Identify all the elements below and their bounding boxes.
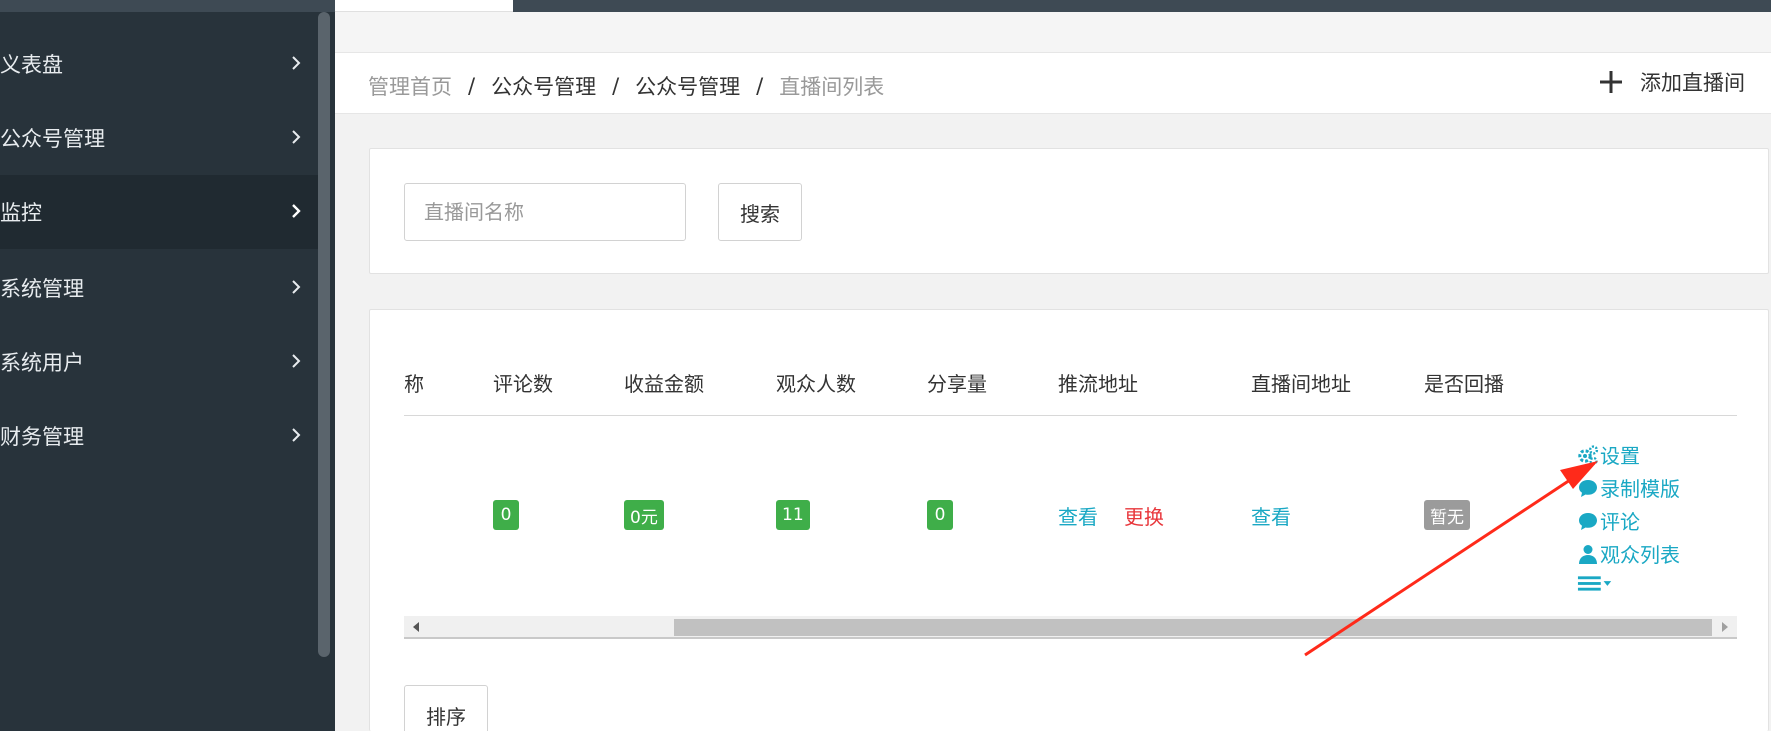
breadcrumb-official-account[interactable]: 公众号管理 bbox=[491, 71, 596, 101]
table-panel: 称 评论数 收益金额 观众人数 分享量 推流地址 直播间地址 是否回播 0 0元… bbox=[369, 309, 1769, 731]
column-header-name: 称 bbox=[404, 372, 424, 396]
shares-count-badge: 0 bbox=[927, 500, 953, 530]
active-tab-strip[interactable] bbox=[335, 0, 513, 12]
breadcrumb-current: 直播间列表 bbox=[779, 75, 885, 99]
sidebar-item-dashboard[interactable]: 义表盘 bbox=[0, 27, 320, 101]
settings-action-label: 设置 bbox=[1600, 444, 1640, 468]
push-url-view-link[interactable]: 查看 bbox=[1058, 501, 1098, 530]
scroll-right-arrow-icon[interactable] bbox=[1722, 622, 1728, 632]
add-live-room-label: 添加直播间 bbox=[1640, 71, 1745, 95]
breadcrumb-separator: / bbox=[612, 74, 620, 98]
gears-icon bbox=[1578, 444, 1599, 465]
column-header-comments: 评论数 bbox=[493, 372, 553, 396]
sidebar-item-label: 义表盘 bbox=[0, 53, 63, 77]
chevron-right-icon bbox=[286, 127, 306, 147]
column-header-room-url: 直播间地址 bbox=[1251, 372, 1351, 396]
sidebar-item-label: 财务管理 bbox=[0, 425, 84, 449]
chevron-right-icon bbox=[286, 277, 306, 297]
settings-action[interactable]: 设置 bbox=[1577, 440, 1640, 469]
sidebar-item-system-management[interactable]: 系统管理 bbox=[0, 251, 320, 325]
table-horizontal-scrollbar[interactable] bbox=[404, 616, 1737, 639]
breadcrumb-official-account-sub[interactable]: 公众号管理 bbox=[635, 71, 740, 101]
sidebar-item-system-users[interactable]: 系统用户 bbox=[0, 325, 320, 399]
chevron-right-icon bbox=[286, 201, 306, 221]
sidebar-header-strip bbox=[0, 0, 335, 12]
comment-icon bbox=[1579, 479, 1597, 497]
sidebar: 义表盘 公众号管理 监控 系统管理 系统用户 财务管理 bbox=[0, 0, 335, 731]
column-header-replay: 是否回播 bbox=[1424, 372, 1504, 396]
column-header-shares: 分享量 bbox=[927, 372, 987, 396]
sidebar-scrollbar[interactable] bbox=[318, 12, 330, 657]
breadcrumb-bar: 管理首页 / 公众号管理 / 公众号管理 / 直播间列表 添加直播间 bbox=[335, 52, 1771, 114]
scroll-left-arrow-icon[interactable] bbox=[413, 622, 419, 632]
comments-action[interactable]: 评论 bbox=[1577, 506, 1640, 535]
breadcrumb-home[interactable]: 管理首页 bbox=[368, 71, 452, 101]
sort-button[interactable]: 排序 bbox=[404, 685, 488, 731]
replay-status-badge: 暂无 bbox=[1424, 500, 1470, 530]
audience-list-action-label: 观众列表 bbox=[1600, 543, 1680, 567]
menu-dropdown-icon bbox=[1577, 576, 1612, 591]
user-icon bbox=[1579, 544, 1597, 564]
add-live-room-button[interactable]: 添加直播间 bbox=[1598, 67, 1745, 97]
room-url-view-link[interactable]: 查看 bbox=[1251, 501, 1291, 530]
breadcrumb-separator: / bbox=[756, 74, 764, 98]
sidebar-item-official-account[interactable]: 公众号管理 bbox=[0, 101, 320, 175]
chevron-right-icon bbox=[286, 53, 306, 73]
chevron-right-icon bbox=[286, 425, 306, 445]
column-header-revenue: 收益金额 bbox=[624, 372, 704, 396]
more-actions-dropdown[interactable] bbox=[1577, 572, 1616, 594]
push-url-change-link[interactable]: 更换 bbox=[1124, 501, 1164, 530]
revenue-badge: 0元 bbox=[624, 500, 664, 530]
table-header-divider bbox=[404, 415, 1737, 416]
sidebar-item-label: 系统用户 bbox=[0, 351, 84, 375]
comments-count-badge: 0 bbox=[493, 500, 519, 530]
plus-icon bbox=[1600, 71, 1622, 93]
breadcrumb-separator: / bbox=[468, 74, 476, 98]
viewers-count-badge: 11 bbox=[776, 500, 810, 530]
comments-action-label: 评论 bbox=[1600, 510, 1640, 534]
top-spacer bbox=[335, 12, 1771, 52]
sidebar-item-label: 公众号管理 bbox=[0, 127, 105, 151]
search-button[interactable]: 搜索 bbox=[718, 183, 802, 241]
sidebar-item-finance[interactable]: 财务管理 bbox=[0, 399, 320, 473]
sidebar-item-monitor[interactable]: 监控 bbox=[0, 175, 320, 249]
live-room-name-input[interactable] bbox=[404, 183, 686, 241]
breadcrumb: 管理首页 / 公众号管理 / 公众号管理 / 直播间列表 bbox=[368, 71, 884, 101]
comment-icon bbox=[1579, 512, 1597, 530]
search-panel: 搜索 bbox=[369, 148, 1769, 274]
column-header-viewers: 观众人数 bbox=[776, 372, 856, 396]
audience-list-action[interactable]: 观众列表 bbox=[1577, 539, 1680, 568]
scrollbar-thumb[interactable] bbox=[674, 619, 1712, 636]
chevron-right-icon bbox=[286, 351, 306, 371]
sidebar-item-label: 监控 bbox=[0, 201, 42, 225]
top-bar bbox=[513, 0, 1771, 12]
column-header-push-url: 推流地址 bbox=[1058, 372, 1138, 396]
sidebar-item-label: 系统管理 bbox=[0, 277, 84, 301]
record-template-action-label: 录制模版 bbox=[1600, 477, 1680, 501]
record-template-action[interactable]: 录制模版 bbox=[1577, 473, 1680, 502]
